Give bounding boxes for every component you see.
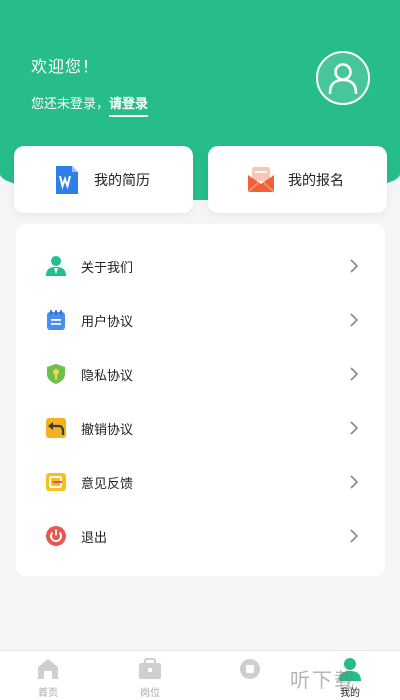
settings-menu: 关于我们 用户协议 隐私协议 撤销协议 意见反馈 退出 bbox=[16, 224, 385, 576]
shield-key-icon bbox=[47, 364, 65, 384]
person-icon bbox=[46, 256, 66, 276]
tab-positions[interactable]: 岗位 bbox=[120, 651, 180, 700]
my-resume-card[interactable]: 我的简历 bbox=[14, 146, 193, 213]
login-prompt-text: 您还未登录， bbox=[31, 97, 110, 112]
menu-item-about[interactable]: 关于我们 bbox=[16, 246, 385, 286]
tab-label: 岗位 bbox=[140, 688, 160, 699]
greeting-text: 欢迎您！ bbox=[31, 57, 100, 76]
menu-item-label: 意见反馈 bbox=[81, 476, 134, 492]
home-icon bbox=[38, 659, 58, 679]
resume-doc-icon bbox=[56, 165, 78, 194]
notepad-icon bbox=[47, 310, 65, 330]
tab-third[interactable] bbox=[220, 651, 280, 700]
menu-item-user-agreement[interactable]: 用户协议 bbox=[16, 300, 385, 340]
chevron-right-icon bbox=[350, 313, 359, 327]
menu-item-label: 隐私协议 bbox=[81, 368, 134, 384]
my-registration-card[interactable]: 我的报名 bbox=[208, 146, 387, 213]
chevron-right-icon bbox=[350, 367, 359, 381]
envelope-icon bbox=[247, 166, 275, 193]
watermark-text: 听下载 bbox=[290, 668, 356, 692]
login-prompt: 您还未登录，请登录 bbox=[31, 93, 149, 117]
login-link[interactable]: 请登录 bbox=[109, 93, 149, 117]
menu-item-label: 退出 bbox=[81, 530, 108, 546]
power-icon bbox=[46, 526, 66, 546]
tab-home[interactable]: 首页 bbox=[18, 651, 78, 700]
avatar[interactable] bbox=[316, 51, 370, 105]
menu-item-label: 关于我们 bbox=[81, 260, 134, 276]
menu-item-revoke-agreement[interactable]: 撤销协议 bbox=[16, 408, 385, 448]
chevron-right-icon bbox=[350, 421, 359, 435]
tab-icon bbox=[240, 659, 260, 679]
my-resume-label: 我的简历 bbox=[94, 172, 150, 189]
menu-item-logout[interactable]: 退出 bbox=[16, 516, 385, 556]
undo-icon bbox=[46, 418, 66, 438]
menu-item-label: 撤销协议 bbox=[81, 422, 134, 438]
tab-label: 首页 bbox=[38, 688, 58, 699]
menu-item-privacy-agreement[interactable]: 隐私协议 bbox=[16, 354, 385, 394]
briefcase-icon bbox=[139, 658, 161, 679]
my-registration-label: 我的报名 bbox=[288, 172, 344, 189]
feedback-icon bbox=[46, 473, 66, 491]
user-icon bbox=[328, 63, 358, 94]
chevron-right-icon bbox=[350, 475, 359, 489]
menu-item-feedback[interactable]: 意见反馈 bbox=[16, 462, 385, 502]
chevron-right-icon bbox=[350, 529, 359, 543]
chevron-right-icon bbox=[350, 259, 359, 273]
menu-item-label: 用户协议 bbox=[81, 314, 134, 330]
